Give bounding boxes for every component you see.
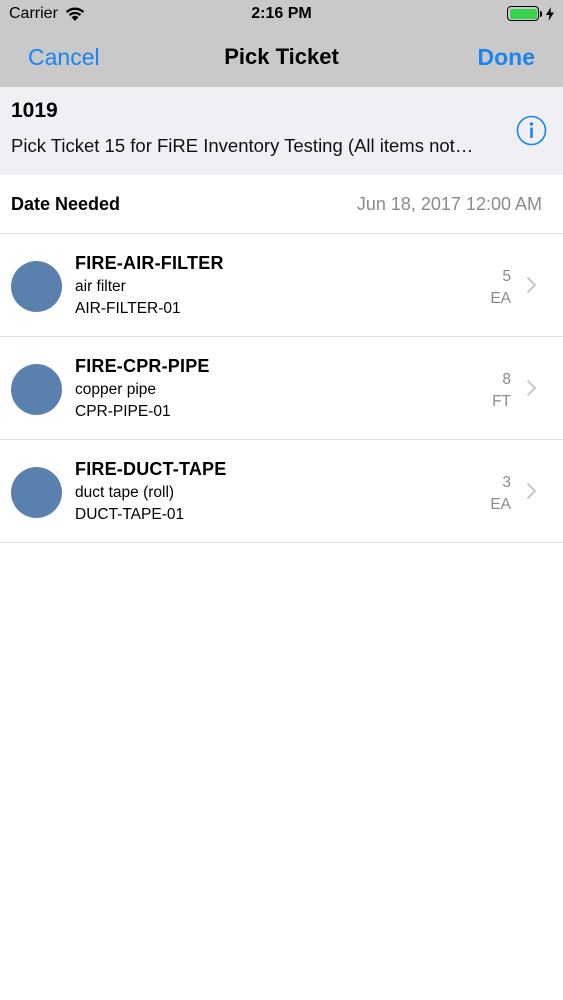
ticket-description: Pick Ticket 15 for FiRE Inventory Testin… bbox=[11, 135, 474, 156]
battery-icon bbox=[507, 6, 539, 21]
item-unit: EA bbox=[490, 496, 511, 513]
ticket-number: 1019 bbox=[11, 99, 58, 122]
item-avatar bbox=[11, 467, 62, 518]
battery-cap bbox=[540, 10, 542, 17]
list-item[interactable]: FIRE-DUCT-TAPE duct tape (roll) DUCT-TAP… bbox=[0, 440, 563, 543]
item-avatar bbox=[11, 364, 62, 415]
item-code: FIRE-AIR-FILTER bbox=[75, 253, 224, 273]
navigation-bar: Cancel Pick Ticket Done bbox=[0, 28, 563, 87]
info-circle-icon[interactable] bbox=[516, 115, 547, 146]
item-sku: CPR-PIPE-01 bbox=[75, 403, 171, 420]
date-needed-row[interactable]: Date Needed Jun 18, 2017 12:00 AM bbox=[0, 175, 563, 234]
ticket-header: 1019 Pick Ticket 15 for FiRE Inventory T… bbox=[0, 87, 563, 175]
done-button[interactable]: Done bbox=[478, 44, 536, 71]
chevron-right-icon bbox=[526, 482, 537, 500]
battery-indicator bbox=[507, 6, 555, 21]
status-time: 2:16 PM bbox=[251, 5, 312, 22]
item-unit: FT bbox=[492, 393, 511, 410]
item-quantity: 5 bbox=[502, 268, 511, 285]
item-quantity: 8 bbox=[502, 371, 511, 388]
item-quantity: 3 bbox=[502, 474, 511, 491]
chevron-right-icon bbox=[526, 276, 537, 294]
battery-level-fill bbox=[509, 8, 537, 19]
item-sku: DUCT-TAPE-01 bbox=[75, 506, 185, 523]
date-needed-label: Date Needed bbox=[11, 194, 121, 214]
item-avatar bbox=[11, 261, 62, 312]
list-item[interactable]: FIRE-AIR-FILTER air filter AIR-FILTER-01… bbox=[0, 234, 563, 337]
date-needed-value: Jun 18, 2017 12:00 AM bbox=[356, 194, 542, 214]
status-bar: Carrier 2:16 PM bbox=[0, 0, 563, 28]
item-code: FIRE-CPR-PIPE bbox=[75, 356, 210, 376]
item-sku: AIR-FILTER-01 bbox=[75, 300, 181, 317]
item-name: duct tape (roll) bbox=[75, 484, 175, 501]
item-name: air filter bbox=[75, 278, 126, 295]
item-name: copper pipe bbox=[75, 381, 157, 398]
chevron-right-icon bbox=[526, 379, 537, 397]
list-item[interactable]: FIRE-CPR-PIPE copper pipe CPR-PIPE-01 8 … bbox=[0, 337, 563, 440]
item-list: FIRE-AIR-FILTER air filter AIR-FILTER-01… bbox=[0, 234, 563, 543]
item-unit: EA bbox=[490, 290, 511, 307]
charging-bolt-icon bbox=[546, 6, 554, 21]
item-code: FIRE-DUCT-TAPE bbox=[75, 459, 227, 479]
